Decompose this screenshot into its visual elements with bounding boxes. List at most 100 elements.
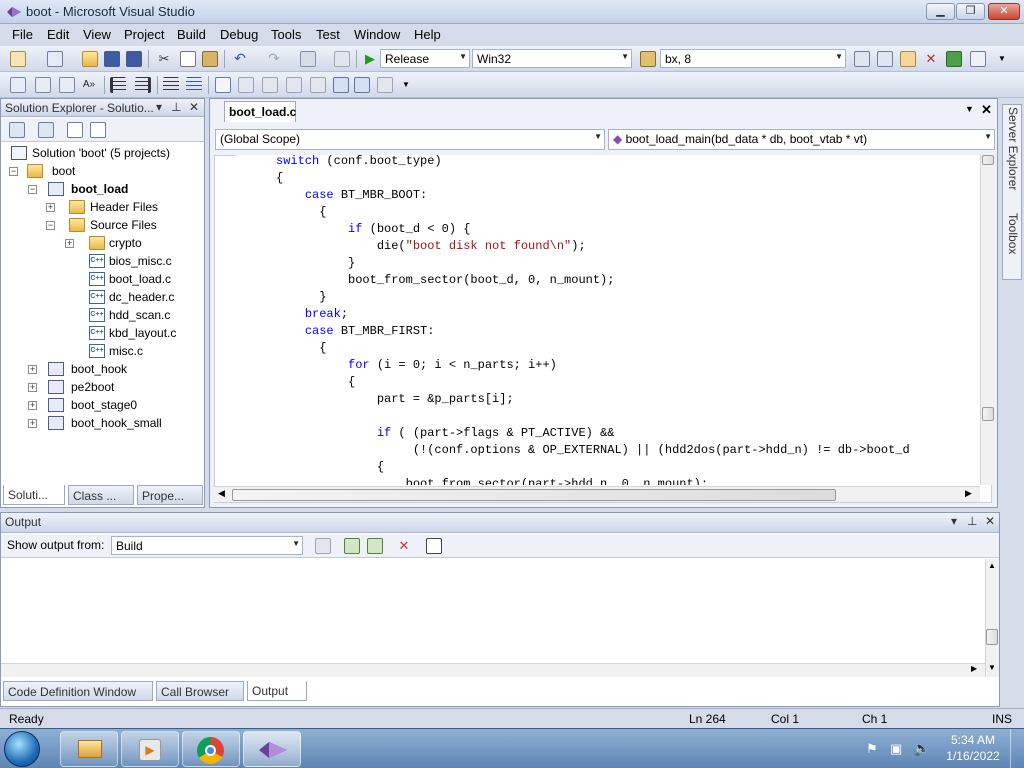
function-select[interactable]: ◆ boot_load_main(bd_data * db, boot_vtab… <box>608 129 995 150</box>
minimize-button[interactable]: ▁ <box>926 3 955 20</box>
increase-indent-icon[interactable] <box>135 77 151 93</box>
tab-call-browser[interactable]: Call Browser <box>156 681 244 701</box>
decrease-indent-icon[interactable] <box>110 77 126 93</box>
code-editor[interactable]: switch (conf.boot_type){ case BT_MBR_BOO… <box>236 155 980 485</box>
tab-toolbox[interactable]: Toolbox <box>1004 213 1020 277</box>
code-line[interactable]: } <box>276 255 355 272</box>
save-icon[interactable] <box>104 51 120 67</box>
save-all-icon[interactable] <box>126 51 142 67</box>
expand-icon[interactable]: + <box>65 239 74 248</box>
scroll-right-icon[interactable]: ▶ <box>971 664 977 673</box>
tab-class-view[interactable]: Class ... <box>68 485 134 505</box>
copy-icon[interactable] <box>180 51 196 67</box>
toggle-word-wrap-icon[interactable] <box>426 538 442 554</box>
undo-icon[interactable]: ↶ <box>232 51 248 67</box>
output-vertical-scrollbar[interactable]: ▲ ▼ <box>985 559 999 677</box>
window-position-icon[interactable]: ▾ <box>951 514 957 528</box>
class-view-icon[interactable] <box>90 122 106 138</box>
tab-code-definition-window[interactable]: Code Definition Window <box>3 681 153 701</box>
code-line[interactable]: if (boot_d < 0) { <box>276 221 470 238</box>
taskbar-visual-studio[interactable] <box>243 731 301 767</box>
menu-file[interactable]: File <box>12 27 33 42</box>
expand-icon[interactable]: + <box>28 383 37 392</box>
scroll-right-icon[interactable]: ▶ <box>965 488 972 499</box>
menu-build[interactable]: Build <box>177 27 206 42</box>
output-horizontal-scrollbar[interactable]: ▶ <box>1 663 985 677</box>
solution-explorer-icon[interactable] <box>854 51 870 67</box>
code-line[interactable]: boot_from_sector(part->hdd_n, 0, n_mount… <box>276 476 708 485</box>
code-line[interactable]: { <box>276 374 355 391</box>
next-message-icon[interactable] <box>367 538 383 554</box>
previous-bookmark-in-document-icon[interactable] <box>333 77 349 93</box>
expand-icon[interactable]: + <box>28 419 37 428</box>
start-button[interactable] <box>4 731 40 767</box>
code-line[interactable]: if ( (part->flags & PT_ACTIVE) && <box>276 425 615 442</box>
code-line[interactable]: break; <box>276 306 348 323</box>
paste-icon[interactable] <box>202 51 218 67</box>
start-debugging-icon[interactable]: ▶ <box>362 51 378 67</box>
code-line[interactable]: part = &p_parts[i]; <box>276 391 514 408</box>
volume-icon[interactable]: 🔈 <box>913 740 930 757</box>
expand-icon[interactable]: + <box>28 365 37 374</box>
collapse-icon[interactable]: − <box>28 185 37 194</box>
find-combo[interactable]: bx, 8 ▼ <box>660 49 846 68</box>
code-line[interactable]: die("boot disk not found\n"); <box>276 238 586 255</box>
network-icon[interactable]: ▣ <box>890 741 902 757</box>
scroll-down-icon[interactable]: ▼ <box>988 663 996 672</box>
menu-project[interactable]: Project <box>124 27 164 42</box>
output-text[interactable] <box>1 559 985 677</box>
scroll-up-icon[interactable]: ▲ <box>988 561 996 570</box>
taskbar-media-player[interactable]: ▶ <box>121 731 179 767</box>
code-line[interactable]: } <box>276 289 326 306</box>
menu-debug[interactable]: Debug <box>220 27 258 42</box>
output-source-select[interactable]: Build ▼ <box>111 536 303 555</box>
tab-property-manager[interactable]: Prope... <box>137 485 203 505</box>
code-line[interactable]: for (i = 0; i < n_parts; i++) <box>276 357 557 374</box>
next-bookmark-in-folder-icon[interactable] <box>310 77 326 93</box>
parameter-info-icon[interactable] <box>35 77 51 93</box>
redo-icon[interactable]: ↷ <box>266 51 282 67</box>
editor-vertical-scrollbar[interactable] <box>980 155 995 485</box>
collapse-icon[interactable]: − <box>9 167 18 176</box>
code-line[interactable]: { <box>276 459 384 476</box>
previous-bookmark-icon[interactable] <box>238 77 254 93</box>
close-icon[interactable]: ✕ <box>189 100 199 114</box>
scope-select[interactable]: (Global Scope) ▼ <box>215 129 605 150</box>
toolbox-icon[interactable]: ✕ <box>923 51 939 67</box>
restore-button[interactable]: ❐ <box>956 3 985 20</box>
menu-window[interactable]: Window <box>354 27 400 42</box>
uncomment-icon[interactable] <box>186 77 202 93</box>
properties-icon[interactable] <box>877 51 893 67</box>
menu-view[interactable]: View <box>83 27 111 42</box>
show-desktop-button[interactable] <box>1010 729 1024 768</box>
menu-tools[interactable]: Tools <box>271 27 301 42</box>
previous-bookmark-in-folder-icon[interactable] <box>286 77 302 93</box>
taskbar-explorer[interactable] <box>60 731 118 767</box>
expand-icon[interactable]: + <box>28 401 37 410</box>
pin-icon[interactable]: ⊥ <box>967 514 977 528</box>
collapse-icon[interactable]: − <box>46 221 55 230</box>
code-line[interactable]: case BT_MBR_BOOT: <box>276 187 427 204</box>
menu-help[interactable]: Help <box>414 27 441 42</box>
tab-boot-load-c[interactable]: boot_load.c <box>224 101 296 122</box>
pin-icon[interactable]: ⊥ <box>171 100 181 114</box>
object-browser-icon[interactable] <box>900 51 916 67</box>
split-handle[interactable] <box>982 155 994 165</box>
navigate-back-icon[interactable] <box>300 51 316 67</box>
code-line[interactable]: boot_from_sector(boot_d, 0, n_mount); <box>276 272 614 289</box>
clear-all-icon[interactable]: ✕ <box>396 538 412 554</box>
configuration-select[interactable]: Release ▼ <box>380 49 470 68</box>
window-position-icon[interactable]: ▾ <box>156 100 162 114</box>
action-center-icon[interactable]: ⚑ <box>866 741 878 757</box>
code-line[interactable]: { <box>276 204 326 221</box>
close-window-button[interactable]: ✕ <box>988 3 1020 20</box>
clock[interactable]: 5:34 AM 1/16/2022 <box>940 733 1006 763</box>
comment-out-icon[interactable] <box>163 77 179 93</box>
properties-icon[interactable] <box>9 122 25 138</box>
scroll-left-icon[interactable]: ◀ <box>218 488 225 499</box>
previous-message-icon[interactable] <box>344 538 360 554</box>
active-files-dropdown-icon[interactable]: ▼ <box>965 104 974 114</box>
cut-icon[interactable]: ✂ <box>156 51 172 67</box>
editor-horizontal-scrollbar[interactable]: ◀ ▶ <box>214 486 980 502</box>
clear-bookmarks-icon[interactable] <box>377 77 393 93</box>
